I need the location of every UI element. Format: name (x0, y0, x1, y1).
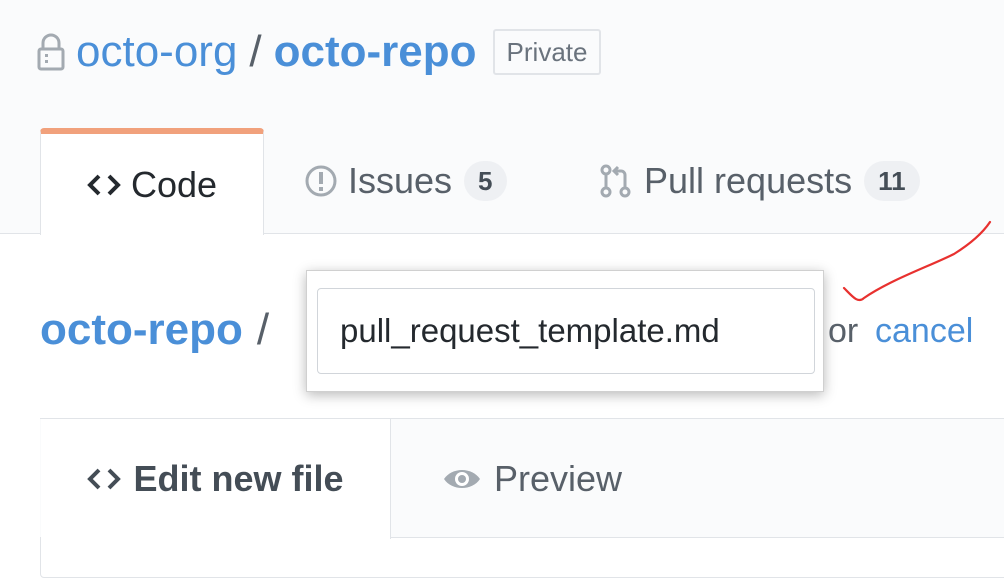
breadcrumb: octo-repo / (40, 300, 269, 360)
filename-highlight-box (306, 270, 824, 392)
tab-issues-label: Issues (348, 160, 453, 201)
pull-requests-count-badge: 11 (864, 161, 920, 201)
private-label: Private (492, 29, 602, 75)
path-separator: / (249, 27, 262, 76)
breadcrumb-separator: / (256, 305, 270, 354)
tab-code[interactable]: Code (40, 128, 264, 235)
tab-preview-label: Preview (494, 458, 623, 499)
code-icon (87, 468, 122, 490)
tab-code-label: Code (130, 163, 218, 205)
issues-count-badge: 5 (464, 161, 507, 201)
tab-edit-new-file[interactable]: Edit new file (41, 419, 391, 539)
breadcrumb-repo-link[interactable]: octo-repo (40, 305, 243, 355)
tab-issues[interactable]: Issues 5 (304, 128, 507, 234)
code-icon (87, 174, 121, 195)
git-pull-request-icon (600, 164, 631, 198)
red-checkmark-annotation (842, 220, 992, 302)
tab-pull-requests-label: Pull requests (644, 160, 853, 201)
tab-preview[interactable]: Preview (442, 419, 622, 539)
repo-title: octo-org / octo-repo Private (36, 24, 602, 80)
cancel-link[interactable]: cancel (875, 312, 973, 351)
filename-input[interactable] (317, 288, 815, 374)
repo-name-link[interactable]: octo-repo (274, 27, 477, 77)
repo-owner-link[interactable]: octo-org (76, 27, 237, 77)
eye-icon (444, 470, 480, 488)
lock-icon (37, 33, 65, 71)
tab-edit-new-file-label: Edit new file (133, 458, 344, 499)
or-text: or (828, 312, 859, 350)
issue-opened-icon (305, 165, 337, 197)
